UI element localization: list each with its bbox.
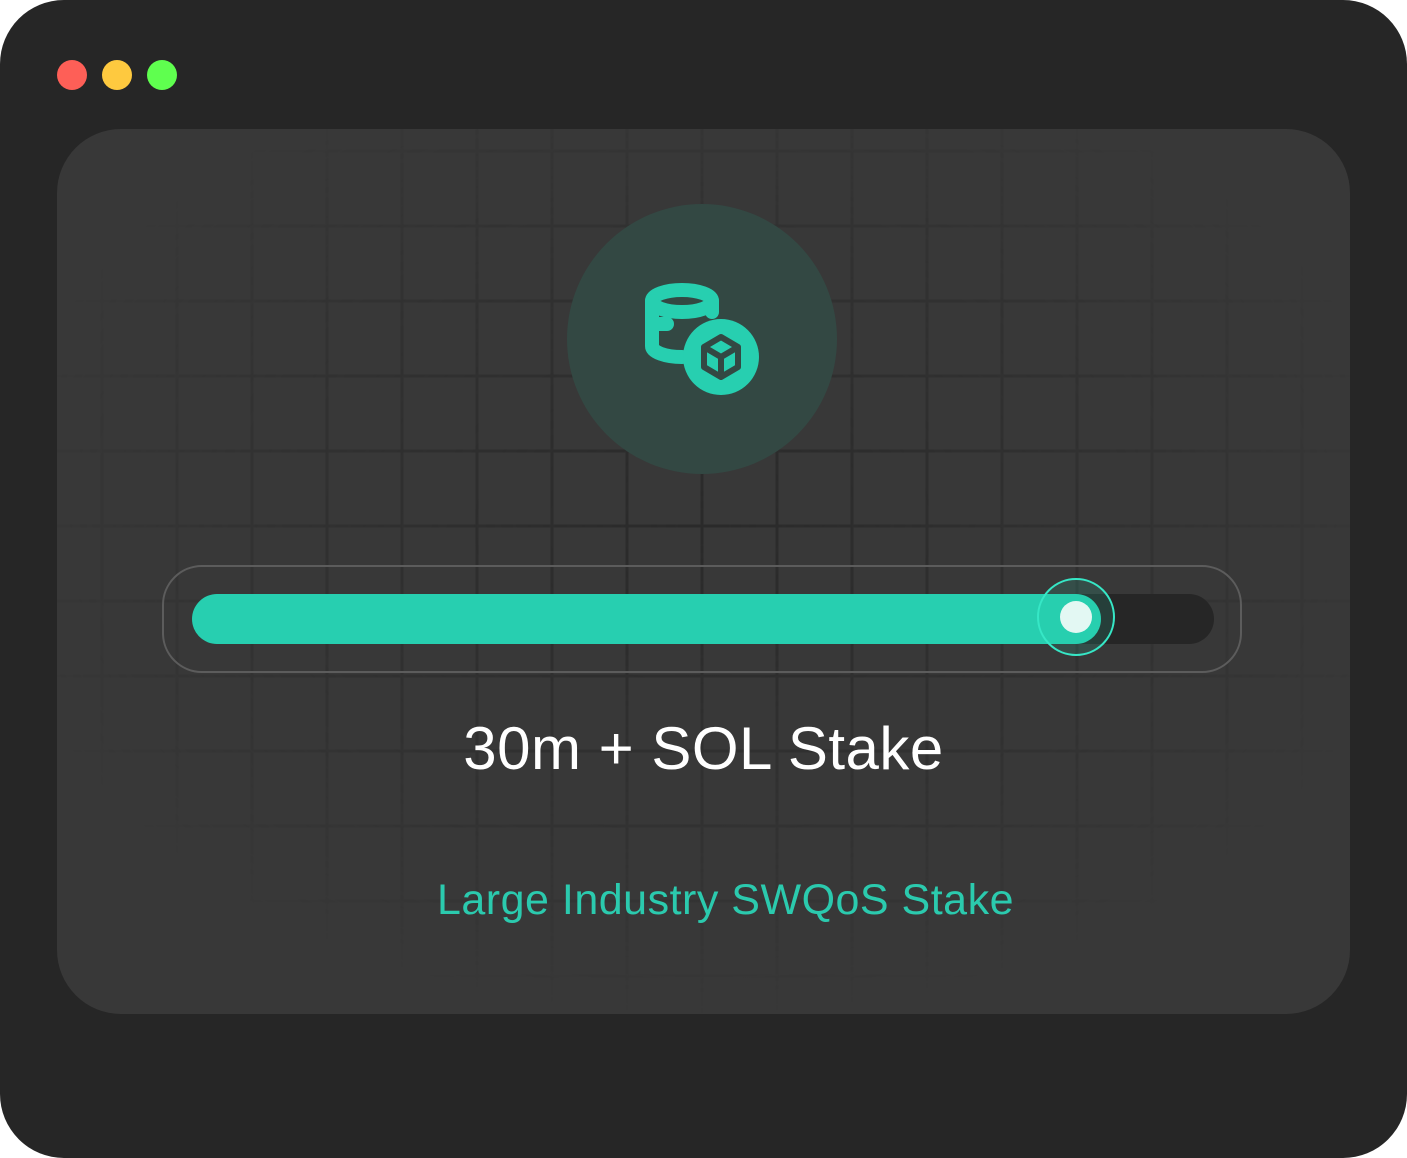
staked-coins-icon [645,283,759,395]
app-window: 30m + SOL Stake Large Industry SWQoS Sta… [0,0,1407,1158]
stake-description: Large Industry SWQoS Stake [436,876,1015,924]
minimize-window-button[interactable] [102,60,132,90]
slider-thumb[interactable] [1037,578,1115,656]
close-window-button[interactable] [57,60,87,90]
stake-amount-label: 30m + SOL Stake [463,715,944,782]
icon-badge [567,204,837,474]
slider-thumb-knob[interactable] [1060,601,1092,633]
stake-panel: 30m + SOL Stake Large Industry SWQoS Sta… [57,129,1350,1014]
slider-fill [192,594,1101,644]
stake-slider[interactable] [162,565,1242,673]
slider-track[interactable] [192,578,1214,656]
maximize-window-button[interactable] [147,60,177,90]
